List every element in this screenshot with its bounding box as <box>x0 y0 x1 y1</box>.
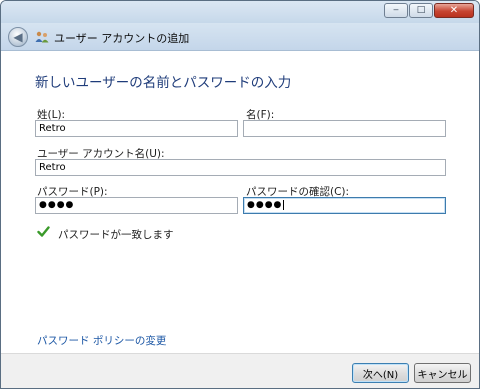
close-button[interactable]: ✕ <box>434 3 474 18</box>
account-name-input[interactable]: Retro <box>35 159 446 176</box>
back-arrow-icon: ◀ <box>13 30 23 44</box>
password-policy-link[interactable]: パスワード ポリシーの変更 <box>37 333 166 348</box>
page-heading: 新しいユーザーの名前とパスワードの入力 <box>35 75 292 91</box>
next-button[interactable]: 次へ(N) <box>352 363 409 383</box>
checkmark-icon <box>37 226 50 237</box>
navigation-bar: ◀ ユーザー アカウントの追加 <box>1 23 479 51</box>
minimize-button[interactable]: ‒ <box>384 3 408 18</box>
password-input[interactable]: ●●●● <box>35 197 238 214</box>
title-bar[interactable]: ‒ □ ✕ <box>1 1 479 23</box>
maximize-button[interactable]: □ <box>409 3 433 18</box>
add-user-account-window: ‒ □ ✕ ◀ ユーザー アカウントの追加 新しいユーザーの名前とパスワードの入… <box>0 0 480 389</box>
cancel-button[interactable]: キャンセル <box>414 363 471 383</box>
password-match-status: パスワードが一致します <box>58 229 174 241</box>
password-confirm-value: ●●●● <box>247 200 283 210</box>
caption-buttons: ‒ □ ✕ <box>384 3 474 18</box>
password-confirm-input[interactable]: ●●●● <box>243 197 446 214</box>
first-name-input[interactable] <box>243 120 446 137</box>
last-name-input[interactable]: Retro <box>35 120 238 137</box>
text-caret <box>283 199 285 210</box>
window-title: ユーザー アカウントの追加 <box>54 32 190 45</box>
button-bar: 次へ(N) キャンセル <box>1 353 479 388</box>
back-button[interactable]: ◀ <box>8 27 28 47</box>
users-icon <box>35 31 49 43</box>
